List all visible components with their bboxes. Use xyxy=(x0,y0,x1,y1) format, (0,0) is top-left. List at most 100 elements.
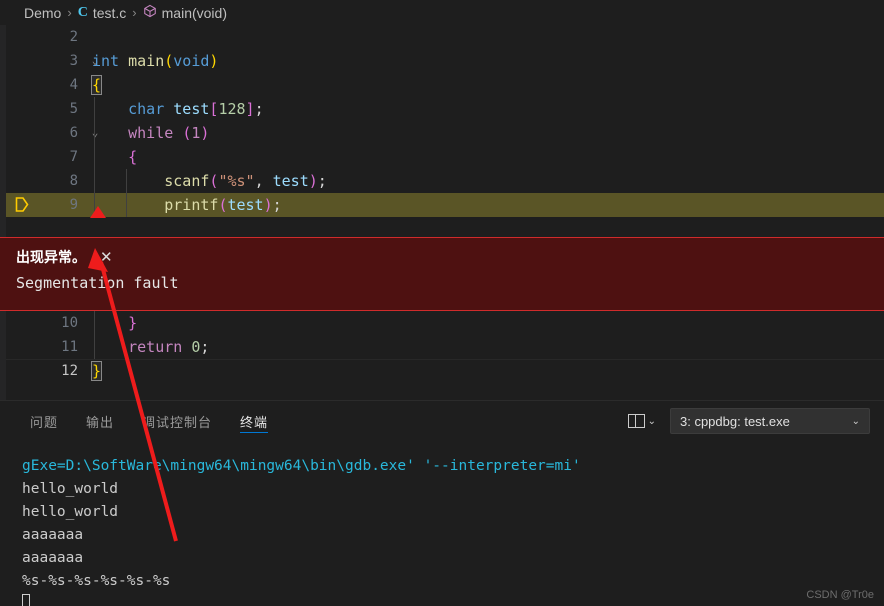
breadcrumb-symbol[interactable]: main(void) xyxy=(162,5,227,21)
split-terminal-icon[interactable] xyxy=(627,414,645,428)
terminal-line: %s-%s-%s-%s-%s-%s xyxy=(22,573,171,589)
code-line[interactable]: 7 { xyxy=(6,145,884,169)
line-number: 8 xyxy=(69,173,78,189)
close-icon[interactable]: ✕ xyxy=(100,250,113,265)
panel-actions: ⌄ 3: cppdbg: test.exe ⌄ xyxy=(627,401,870,441)
code-lines-lower[interactable]: 10 } 11 return 0; 12} xyxy=(6,311,884,400)
exception-title-row: 出现异常。 ✕ xyxy=(16,246,884,268)
breadcrumb-project[interactable]: Demo xyxy=(24,5,61,21)
code-token: char xyxy=(128,100,174,118)
code-token: ( xyxy=(182,124,192,142)
vscode-window: Demo › C test.c › main(void) 2 3 ⌄ int main… xyxy=(0,0,884,606)
code-text: { xyxy=(92,145,137,169)
terminal-line: hello_world xyxy=(22,481,119,497)
code-token: void xyxy=(173,52,210,70)
code-line[interactable]: 11 return 0; xyxy=(6,335,884,359)
terminal-line: aaaaaaa xyxy=(22,550,84,566)
breadcrumb-separator-1: › xyxy=(67,5,72,20)
terminal-prompt-line[interactable] xyxy=(22,593,884,606)
code-text: return 0; xyxy=(92,335,209,359)
breadcrumb-separator-2: › xyxy=(132,5,137,20)
terminal-selector-dropdown[interactable]: 3: cppdbg: test.exe ⌄ xyxy=(670,408,870,434)
code-token: printf xyxy=(164,196,219,214)
code-text: } xyxy=(92,311,137,335)
symbol-method-icon xyxy=(143,4,157,21)
line-number: 12 xyxy=(61,363,78,379)
code-text: } xyxy=(90,359,103,383)
line-number: 6 xyxy=(69,125,78,141)
code-text: printf(test); xyxy=(92,193,282,217)
code-token: ) xyxy=(209,52,219,70)
line-number: 3 xyxy=(69,53,78,69)
code-token: scanf xyxy=(164,172,210,190)
code-token: { xyxy=(90,75,103,95)
code-token: int xyxy=(92,52,129,70)
code-line[interactable]: 4{ xyxy=(6,73,884,97)
panel-tab-0[interactable]: 问题 xyxy=(30,401,58,441)
panel-tab-list[interactable]: 问题 输出 调试控制台 终端 xyxy=(30,401,296,441)
terminal-line: aaaaaaa xyxy=(22,527,84,543)
code-token: while xyxy=(128,124,183,142)
code-token: { xyxy=(128,148,138,166)
code-text: char test[128]; xyxy=(92,97,264,121)
code-line[interactable]: 6 ⌄ while (1) xyxy=(6,121,884,145)
code-line[interactable]: 9 printf(test); xyxy=(6,193,884,217)
panel-tab-1[interactable]: 输出 xyxy=(86,401,114,441)
breadcrumb: Demo › C test.c › main(void) xyxy=(0,0,884,25)
panel-header: 问题 输出 调试控制台 终端 ⌄ 3: cppdbg: test.exe ⌄ xyxy=(0,401,884,441)
exception-message: Segmentation fault xyxy=(16,274,179,292)
code-line[interactable]: 2 xyxy=(6,25,884,49)
code-token: main xyxy=(128,52,165,70)
code-text: while (1) xyxy=(92,121,209,145)
code-token: ) xyxy=(308,172,318,190)
line-number: 4 xyxy=(69,77,78,93)
code-token: test xyxy=(173,100,210,118)
code-token: } xyxy=(128,314,138,332)
code-token: ; xyxy=(317,172,327,190)
panel-tab-3[interactable]: 终端 xyxy=(240,401,269,441)
code-text: { xyxy=(90,73,103,97)
terminal-line: gExe=D:\SoftWare\mingw64\mingw64\bin\gdb… xyxy=(22,458,581,474)
code-line[interactable]: 12} xyxy=(6,359,884,383)
code-token: test xyxy=(272,172,309,190)
terminal-line: hello_world xyxy=(22,504,119,520)
code-token: ; xyxy=(200,338,210,356)
line-number: 2 xyxy=(69,29,78,45)
code-token: ] xyxy=(245,100,255,118)
line-number: 11 xyxy=(61,339,78,355)
line-number: 10 xyxy=(61,315,78,331)
line-number: 5 xyxy=(69,101,78,117)
terminal-output[interactable]: gExe=D:\SoftWare\mingw64\mingw64\bin\gdb… xyxy=(0,441,884,606)
panel-tab-2[interactable]: 调试控制台 xyxy=(142,401,212,441)
chevron-down-icon[interactable]: ⌄ xyxy=(648,416,656,427)
code-token: ; xyxy=(254,100,264,118)
code-token: ( xyxy=(164,52,174,70)
code-line[interactable]: 3 ⌄ int main(void) xyxy=(6,49,884,73)
code-text: int main(void) xyxy=(92,49,218,73)
code-token: ; xyxy=(272,196,282,214)
code-token: , xyxy=(254,172,273,190)
code-token: ) xyxy=(263,196,273,214)
exception-title: 出现异常。 xyxy=(16,249,86,265)
code-editor[interactable]: 2 3 ⌄ int main(void) 4{5 char test[128]; 6 ⌄ w… xyxy=(0,25,884,400)
bottom-panel: 问题 输出 调试控制台 终端 ⌄ 3: cppdbg: test.exe ⌄ gExe… xyxy=(0,400,884,606)
c-file-icon: C xyxy=(77,4,88,20)
chevron-down-icon: ⌄ xyxy=(851,415,860,427)
breadcrumb-file[interactable]: test.c xyxy=(93,5,126,21)
code-line[interactable]: 10 } xyxy=(6,311,884,335)
code-token: return xyxy=(128,338,192,356)
code-line[interactable]: 8 scanf("%s", test); xyxy=(6,169,884,193)
code-text: scanf("%s", test); xyxy=(92,169,327,193)
code-token: ) xyxy=(200,124,210,142)
code-line[interactable]: 5 char test[128]; xyxy=(6,97,884,121)
line-number: 7 xyxy=(69,149,78,165)
exception-notification[interactable]: 出现异常。 ✕ Segmentation fault xyxy=(0,237,884,311)
line-number: 9 xyxy=(69,197,78,213)
